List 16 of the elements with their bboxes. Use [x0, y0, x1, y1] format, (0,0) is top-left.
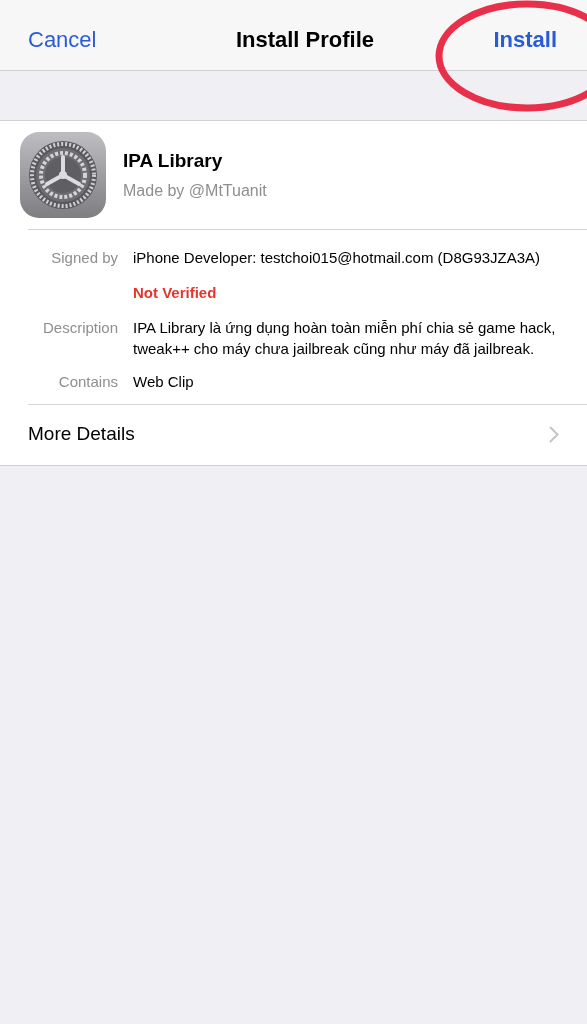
more-details-row[interactable]: More Details	[28, 403, 587, 465]
more-details-label: More Details	[28, 422, 135, 447]
field-value: Web Clip	[133, 371, 195, 392]
field-label: Contains	[57, 371, 118, 392]
gear-icon	[20, 132, 106, 218]
field-label: Description	[41, 317, 118, 338]
field-value: iPhone Developer: testchoi015@hotmail.com (D8G93JZA3A)	[133, 248, 542, 268]
field-label: Signed by	[50, 248, 118, 268]
field-value: IPA Library là ứng dụng hoàn toàn miễn phí chia sẻ game hack, tweak++ cho máy chưa jailbreak cũng như máy đã jailbreak.	[133, 317, 557, 359]
verification-status: Not Verified	[133, 283, 218, 303]
install-button[interactable]: Install	[493, 22, 557, 56]
screen-title: Install Profile	[235, 25, 375, 54]
cancel-button[interactable]: Cancel	[28, 22, 97, 56]
chevron-right-icon	[549, 426, 559, 443]
profile-author: Made by @MtTuanit	[123, 181, 267, 202]
profile-name: IPA Library	[123, 148, 224, 173]
